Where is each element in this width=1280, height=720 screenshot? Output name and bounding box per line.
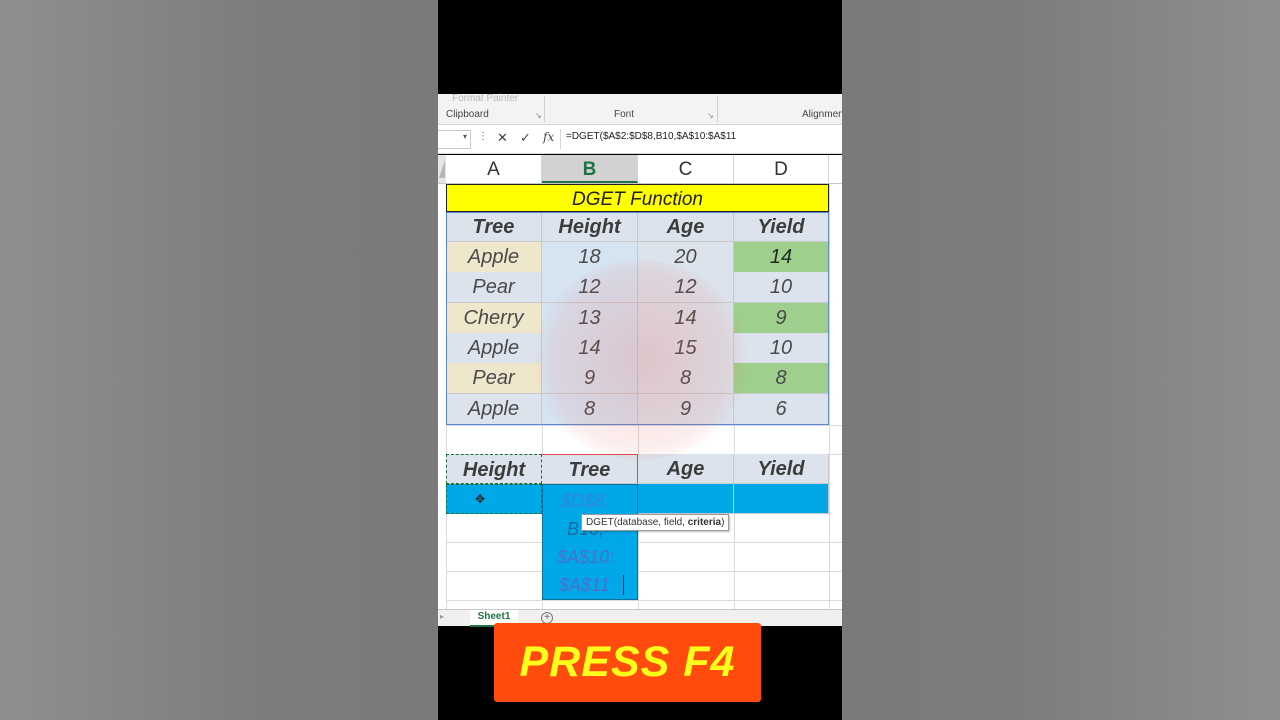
phone-frame: Format Painter Clipboard ↘ Font ↘ Alignm…: [438, 0, 842, 720]
worksheet-grid[interactable]: DGET Function Tree Height Age Yield Apple 18 2…: [438, 184, 842, 609]
criteria-value-age[interactable]: [638, 484, 734, 514]
header-cell-height[interactable]: Height: [542, 212, 638, 242]
more-options-icon[interactable]: ⋮: [478, 131, 488, 142]
data-cell-tree[interactable]: Pear: [446, 272, 542, 303]
font-launcher-icon[interactable]: ↘: [707, 111, 714, 120]
criteria-value-yield[interactable]: [734, 484, 829, 514]
header-cell-age[interactable]: Age: [638, 212, 734, 242]
gridline: [446, 542, 842, 543]
tooltip-args: DGET(database, field,: [586, 517, 688, 528]
data-cell-tree[interactable]: Apple: [446, 394, 542, 425]
ribbon: Format Painter Clipboard ↘ Font ↘ Alignm…: [438, 93, 842, 125]
gridline: [446, 425, 842, 426]
data-cell-age[interactable]: 9: [638, 394, 734, 425]
data-cell-tree[interactable]: Apple: [446, 333, 542, 364]
cancel-icon[interactable]: ✕: [497, 130, 508, 146]
data-cell-age[interactable]: 8: [638, 363, 734, 394]
data-cell-height[interactable]: 8: [542, 394, 638, 425]
formula-input[interactable]: =DGET($A$2:$D$8,B10,$A$10:$A$11: [566, 131, 736, 142]
formula-ref-a10: $A$10:: [557, 547, 615, 567]
data-cell-height[interactable]: 13: [542, 303, 638, 334]
clipboard-launcher-icon[interactable]: ↘: [535, 111, 542, 120]
formula-bar: ▾ ⋮ ✕ ✓ fx =DGET($A$2:$D$8,B10,$A$10:$A$…: [438, 125, 842, 154]
data-cell-yield[interactable]: 9: [734, 303, 829, 334]
data-cell-age[interactable]: 12: [638, 272, 734, 303]
data-cell-yield[interactable]: 14: [734, 242, 829, 273]
column-header-d[interactable]: D: [734, 155, 829, 183]
formula-ref-a11: $A$11: [559, 575, 610, 595]
formula-divider: [560, 129, 561, 149]
data-cell-height[interactable]: 14: [542, 333, 638, 364]
gridline: [446, 571, 842, 572]
criteria-header-yield[interactable]: Yield: [734, 454, 829, 484]
function-tooltip: DGET(database, field, criteria): [581, 514, 730, 531]
tooltip-suffix: ): [721, 517, 725, 528]
name-box[interactable]: ▾: [438, 130, 471, 149]
select-all-corner[interactable]: [438, 155, 446, 183]
enter-check-icon[interactable]: ✓: [520, 130, 531, 146]
gridline: [829, 184, 830, 609]
column-header-a[interactable]: A: [446, 155, 542, 183]
tooltip-active-arg: criteria: [687, 517, 722, 528]
data-cell-tree[interactable]: Apple: [446, 242, 542, 273]
editing-cell[interactable]: $D$8, B10, $A$10: $A$11: [542, 484, 638, 600]
sheet-title-cell[interactable]: DGET Function: [446, 184, 829, 212]
press-f4-banner: PRESS F4: [494, 623, 761, 702]
ribbon-group-clipboard: Clipboard: [446, 109, 489, 120]
tab-scroll-icon[interactable]: ▸: [440, 612, 444, 621]
data-cell-yield[interactable]: 10: [734, 272, 829, 303]
gridline: [446, 600, 842, 601]
ribbon-separator: [717, 96, 718, 122]
ribbon-group-font: Font: [614, 109, 635, 120]
data-cell-tree[interactable]: Cherry: [446, 303, 542, 334]
data-cell-yield[interactable]: 8: [734, 363, 829, 394]
cell-cursor-icon: ✥: [475, 492, 486, 506]
formula-ref-d8: $D$8,: [561, 491, 610, 511]
column-header-b[interactable]: B: [542, 155, 638, 183]
data-cell-yield[interactable]: 6: [734, 394, 829, 425]
data-cell-yield[interactable]: 10: [734, 333, 829, 364]
format-painter-button[interactable]: Format Painter: [452, 93, 518, 104]
criteria-header-tree[interactable]: Height: [446, 454, 542, 484]
header-cell-tree[interactable]: Tree: [446, 212, 542, 242]
column-header-c[interactable]: C: [638, 155, 734, 183]
criteria-value-tree[interactable]: [446, 484, 542, 514]
data-cell-height[interactable]: 9: [542, 363, 638, 394]
header-cell-yield[interactable]: Yield: [734, 212, 829, 242]
data-cell-height[interactable]: 18: [542, 242, 638, 273]
criteria-header-age[interactable]: Age: [638, 454, 734, 484]
ribbon-group-alignment: Alignmen: [802, 109, 842, 120]
data-cell-age[interactable]: 14: [638, 303, 734, 334]
insert-function-icon[interactable]: fx: [543, 130, 554, 144]
column-headers: A B C D: [438, 155, 842, 184]
data-cell-tree[interactable]: Pear: [446, 363, 542, 394]
data-cell-height[interactable]: 12: [542, 272, 638, 303]
ribbon-separator: [544, 96, 545, 122]
data-cell-age[interactable]: 15: [638, 333, 734, 364]
chevron-down-icon[interactable]: ▾: [463, 132, 467, 141]
criteria-header-height[interactable]: Tree: [542, 454, 638, 484]
data-cell-age[interactable]: 20: [638, 242, 734, 273]
text-cursor: [623, 575, 624, 595]
select-all-triangle-icon: [439, 160, 445, 178]
